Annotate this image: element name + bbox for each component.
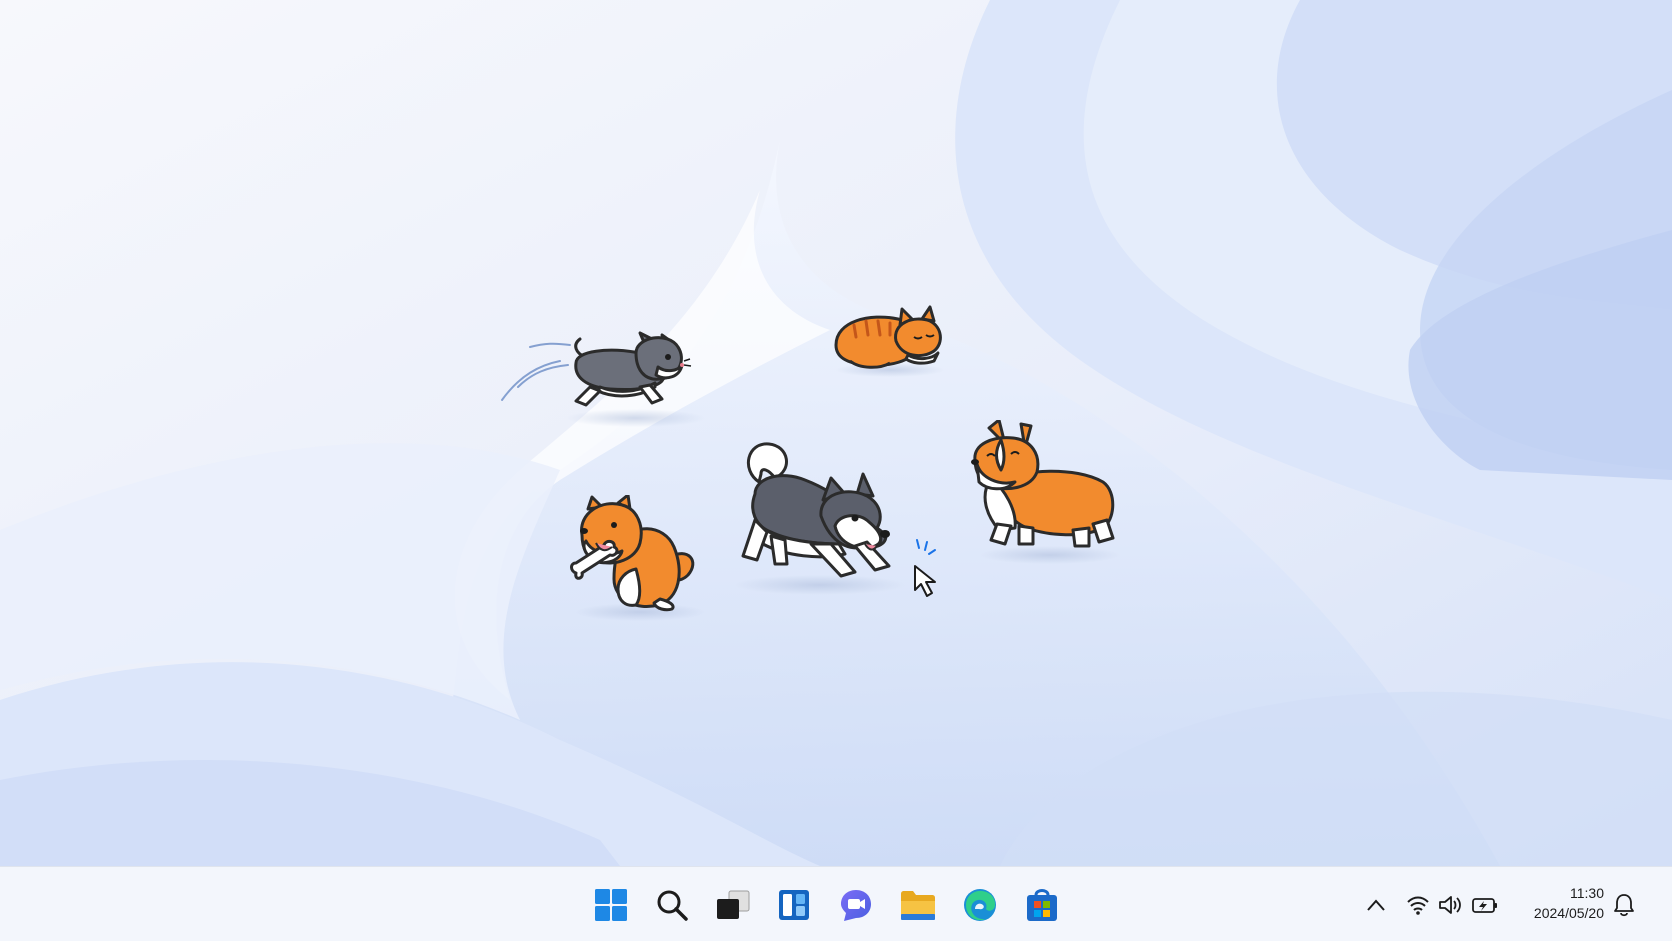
clock-date: 2024/05/20 (1533, 905, 1604, 921)
desktop (0, 0, 1672, 866)
battery-button[interactable] (1471, 891, 1499, 919)
edge-icon (964, 889, 996, 921)
file-explorer-button[interactable] (894, 881, 942, 929)
chevron-up-icon (1367, 899, 1385, 911)
chat-icon (841, 890, 871, 921)
windows-logo-icon (595, 889, 627, 921)
husky-dog[interactable] (735, 440, 910, 590)
bell-icon (1614, 894, 1634, 917)
gray-cat[interactable] (490, 325, 710, 415)
wifi-icon (1407, 896, 1429, 915)
volume-button[interactable] (1437, 891, 1465, 919)
store-button[interactable] (1018, 881, 1066, 929)
volume-icon (1439, 896, 1461, 914)
widgets-button[interactable] (770, 881, 818, 929)
shiba-dog[interactable] (570, 495, 705, 615)
start-button[interactable] (587, 881, 635, 929)
battery-icon (1472, 898, 1497, 913)
search-icon (657, 890, 688, 921)
clock-time: 11:30 (1570, 885, 1604, 901)
show-hidden-icons-button[interactable] (1362, 891, 1390, 919)
orange-tabby-cat[interactable] (830, 305, 950, 375)
taskbar: 11:30 2024/05/20 (0, 866, 1672, 941)
notifications-button[interactable] (1610, 891, 1638, 919)
wallpaper (0, 0, 1672, 866)
task-view-button[interactable] (709, 881, 757, 929)
edge-button[interactable] (956, 881, 1004, 929)
search-button[interactable] (648, 881, 696, 929)
chat-button[interactable] (832, 881, 880, 929)
folder-icon (901, 891, 935, 920)
mouse-pointer-icon (914, 539, 936, 597)
clock[interactable]: 11:30 2024/05/20 (1512, 883, 1604, 923)
store-icon (1027, 889, 1057, 921)
corgi-dog[interactable] (965, 420, 1120, 560)
widgets-icon (779, 890, 809, 920)
task-view-icon (717, 890, 750, 919)
network-button[interactable] (1404, 891, 1432, 919)
